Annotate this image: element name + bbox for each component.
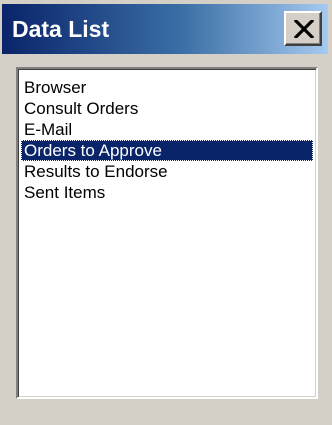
title-bar[interactable]: Data List (2, 4, 328, 54)
list-item-results-to-endorse[interactable]: Results to Endorse (21, 161, 313, 182)
window-title: Data List (12, 16, 110, 42)
data-listbox[interactable]: Browser Consult Orders E-Mail Orders to … (16, 67, 318, 399)
data-list-window: Data List Browser Consult Orders E-Mail … (0, 0, 332, 425)
list-item-consult-orders[interactable]: Consult Orders (21, 98, 313, 119)
list-item-sent-items[interactable]: Sent Items (21, 182, 313, 203)
list-item-orders-to-approve[interactable]: Orders to Approve (21, 140, 313, 161)
list-item-e-mail[interactable]: E-Mail (21, 119, 313, 140)
close-icon (294, 20, 314, 38)
close-button[interactable] (284, 11, 322, 46)
list-item-browser[interactable]: Browser (21, 77, 313, 98)
